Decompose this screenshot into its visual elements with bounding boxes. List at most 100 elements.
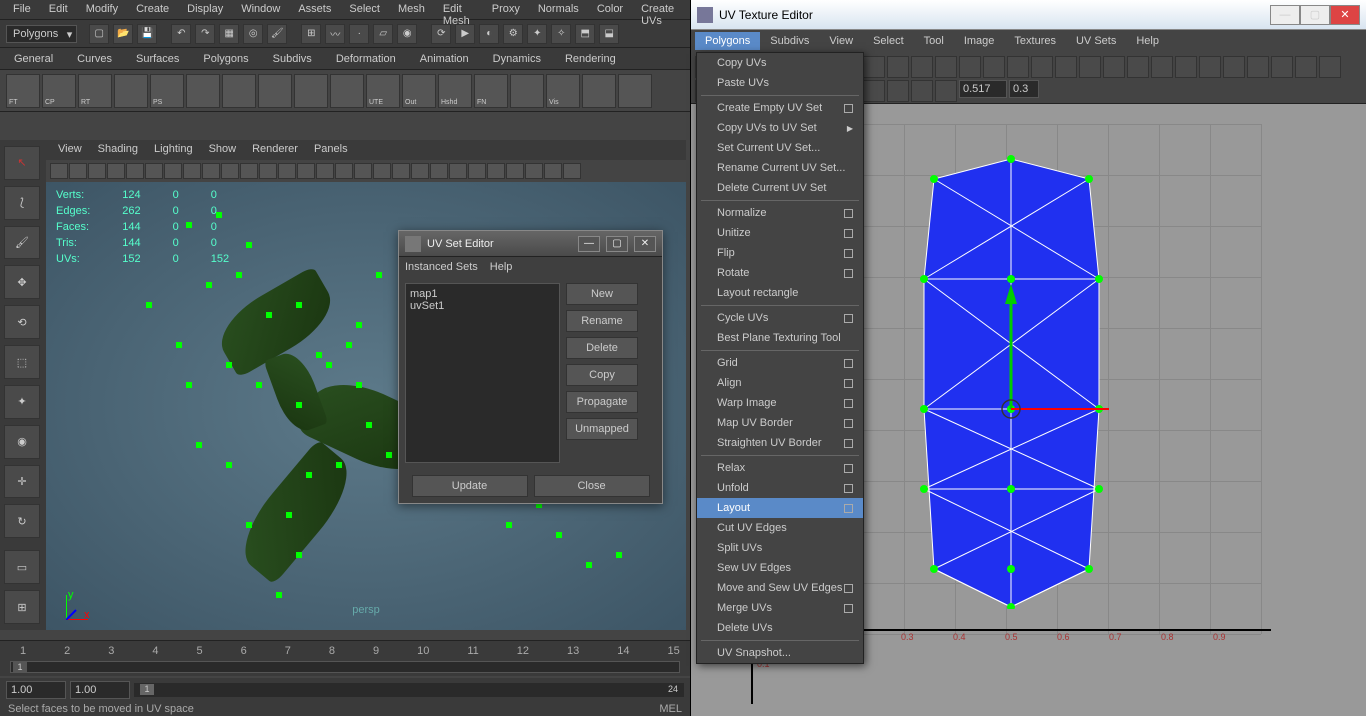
copy-button[interactable]: Copy xyxy=(566,364,638,386)
uvtex-tool-14[interactable] xyxy=(1031,56,1053,78)
vp-icon-12[interactable] xyxy=(278,163,296,179)
vp-icon-17[interactable] xyxy=(373,163,391,179)
shelf-icon-5[interactable] xyxy=(186,74,220,108)
uvtex-menu-uv-sets[interactable]: UV Sets xyxy=(1066,32,1126,50)
vp-menu-shading[interactable]: Shading xyxy=(90,140,146,160)
uvtex-tool-20[interactable] xyxy=(1175,56,1197,78)
option-box-icon[interactable] xyxy=(844,604,853,613)
shelf-icon-13[interactable]: FN xyxy=(474,74,508,108)
vp-menu-panels[interactable]: Panels xyxy=(306,140,356,160)
option-box-icon[interactable] xyxy=(844,504,853,513)
uv-mesh[interactable] xyxy=(914,149,1109,609)
menu-display[interactable]: Display xyxy=(178,0,232,19)
menu-create-uvs[interactable]: Create UVs xyxy=(632,0,686,19)
uvtex-tool-12[interactable] xyxy=(983,56,1005,78)
vp-icon-16[interactable] xyxy=(354,163,372,179)
vp-icon-24[interactable] xyxy=(506,163,524,179)
rename-button[interactable]: Rename xyxy=(566,310,638,332)
uvset-menu-instanced-sets[interactable]: Instanced Sets xyxy=(405,261,478,273)
menu-item-sew-uv-edges[interactable]: Sew UV Edges xyxy=(697,558,863,578)
new-button[interactable]: New xyxy=(566,283,638,305)
range-start-input[interactable] xyxy=(6,681,66,699)
uvtex-tool-19[interactable] xyxy=(1151,56,1173,78)
menu-item-layout[interactable]: Layout xyxy=(697,498,863,518)
menu-window[interactable]: Window xyxy=(232,0,289,19)
minimize-button[interactable]: — xyxy=(578,236,600,252)
vp-icon-18[interactable] xyxy=(392,163,410,179)
range-slider[interactable]: 1 24 xyxy=(134,683,684,697)
menu-select[interactable]: Select xyxy=(340,0,389,19)
vp-icon-22[interactable] xyxy=(468,163,486,179)
shelf-icon-0[interactable]: FT xyxy=(6,74,40,108)
undo-icon[interactable]: ↶ xyxy=(171,24,191,44)
vp-icon-15[interactable] xyxy=(335,163,353,179)
menu-item-unitize[interactable]: Unitize xyxy=(697,223,863,243)
vp-menu-show[interactable]: Show xyxy=(201,140,245,160)
menu-create[interactable]: Create xyxy=(127,0,178,19)
uvtex-tool-22[interactable] xyxy=(1223,56,1245,78)
four-view-icon[interactable]: ⊞ xyxy=(4,590,40,624)
tool1-icon[interactable]: ✦ xyxy=(527,24,547,44)
menu-normals[interactable]: Normals xyxy=(529,0,588,19)
snap-grid-icon[interactable]: ⊞ xyxy=(301,24,321,44)
menu-item-warp-image[interactable]: Warp Image xyxy=(697,393,863,413)
vp-icon-5[interactable] xyxy=(145,163,163,179)
range-start2-input[interactable] xyxy=(70,681,130,699)
shelf-tab-dynamics[interactable]: Dynamics xyxy=(485,50,549,68)
uvtex-tool-16[interactable] xyxy=(1079,56,1101,78)
shelf-icon-9[interactable] xyxy=(330,74,364,108)
option-box-icon[interactable] xyxy=(844,359,853,368)
uvtex-tool-9[interactable] xyxy=(911,56,933,78)
snap-curve-icon[interactable]: 〰 xyxy=(325,24,345,44)
vp-icon-0[interactable] xyxy=(50,163,68,179)
menu-proxy[interactable]: Proxy xyxy=(483,0,529,19)
menu-edit-mesh[interactable]: Edit Mesh xyxy=(434,0,483,19)
show-manip-tool[interactable]: ✛ xyxy=(4,465,40,499)
uvtex-tool-18[interactable] xyxy=(1127,56,1149,78)
range-thumb[interactable]: 1 xyxy=(140,684,154,695)
soft-mod-tool[interactable]: ◉ xyxy=(4,425,40,459)
vp-icon-10[interactable] xyxy=(240,163,258,179)
menu-item-rotate[interactable]: Rotate xyxy=(697,263,863,283)
timeline-cursor[interactable]: 1 xyxy=(13,662,27,672)
menu-item-merge-uvs[interactable]: Merge UVs xyxy=(697,598,863,618)
maximize-button[interactable]: ▢ xyxy=(1300,5,1330,25)
vp-icon-23[interactable] xyxy=(487,163,505,179)
menu-item-grid[interactable]: Grid xyxy=(697,353,863,373)
shelf-tab-deformation[interactable]: Deformation xyxy=(328,50,404,68)
option-box-icon[interactable] xyxy=(844,484,853,493)
option-box-icon[interactable] xyxy=(844,314,853,323)
redo-icon[interactable]: ↷ xyxy=(195,24,215,44)
menu-item-split-uvs[interactable]: Split UVs xyxy=(697,538,863,558)
shelf-icon-12[interactable]: Hshd xyxy=(438,74,472,108)
vp-icon-21[interactable] xyxy=(449,163,467,179)
delete-button[interactable]: Delete xyxy=(566,337,638,359)
new-scene-icon[interactable]: ▢ xyxy=(89,24,109,44)
scale-tool[interactable]: ⬚ xyxy=(4,345,40,379)
option-box-icon[interactable] xyxy=(844,209,853,218)
tool2-icon[interactable]: ✧ xyxy=(551,24,571,44)
rotate-tool[interactable]: ⟲ xyxy=(4,305,40,339)
uvtex-menu-textures[interactable]: Textures xyxy=(1004,32,1066,50)
timeline[interactable]: 123456789101112131415 1 xyxy=(0,640,690,676)
uvtex-tool-24[interactable] xyxy=(1271,56,1293,78)
shelf-tab-general[interactable]: General xyxy=(6,50,61,68)
menu-mesh[interactable]: Mesh xyxy=(389,0,434,19)
menu-file[interactable]: File xyxy=(4,0,40,19)
snap-point-icon[interactable]: · xyxy=(349,24,369,44)
menu-item-map-uv-border[interactable]: Map UV Border xyxy=(697,413,863,433)
shelf-icon-2[interactable]: RT xyxy=(78,74,112,108)
move-tool[interactable]: ✥ xyxy=(4,265,40,299)
vp-icon-25[interactable] xyxy=(525,163,543,179)
uvset-menu-help[interactable]: Help xyxy=(490,261,513,273)
shelf-icon-7[interactable] xyxy=(258,74,292,108)
maximize-button[interactable]: ▢ xyxy=(606,236,628,252)
shelf-icon-4[interactable]: PS xyxy=(150,74,184,108)
vp-icon-6[interactable] xyxy=(164,163,182,179)
menu-item-copy-uvs-to-uv-set[interactable]: Copy UVs to UV Set▶ xyxy=(697,118,863,138)
uvtex-menu-subdivs[interactable]: Subdivs xyxy=(760,32,819,50)
close-button[interactable]: Close xyxy=(534,475,650,497)
unmapped-button[interactable]: Unmapped xyxy=(566,418,638,440)
vp-icon-2[interactable] xyxy=(88,163,106,179)
option-box-icon[interactable] xyxy=(844,419,853,428)
